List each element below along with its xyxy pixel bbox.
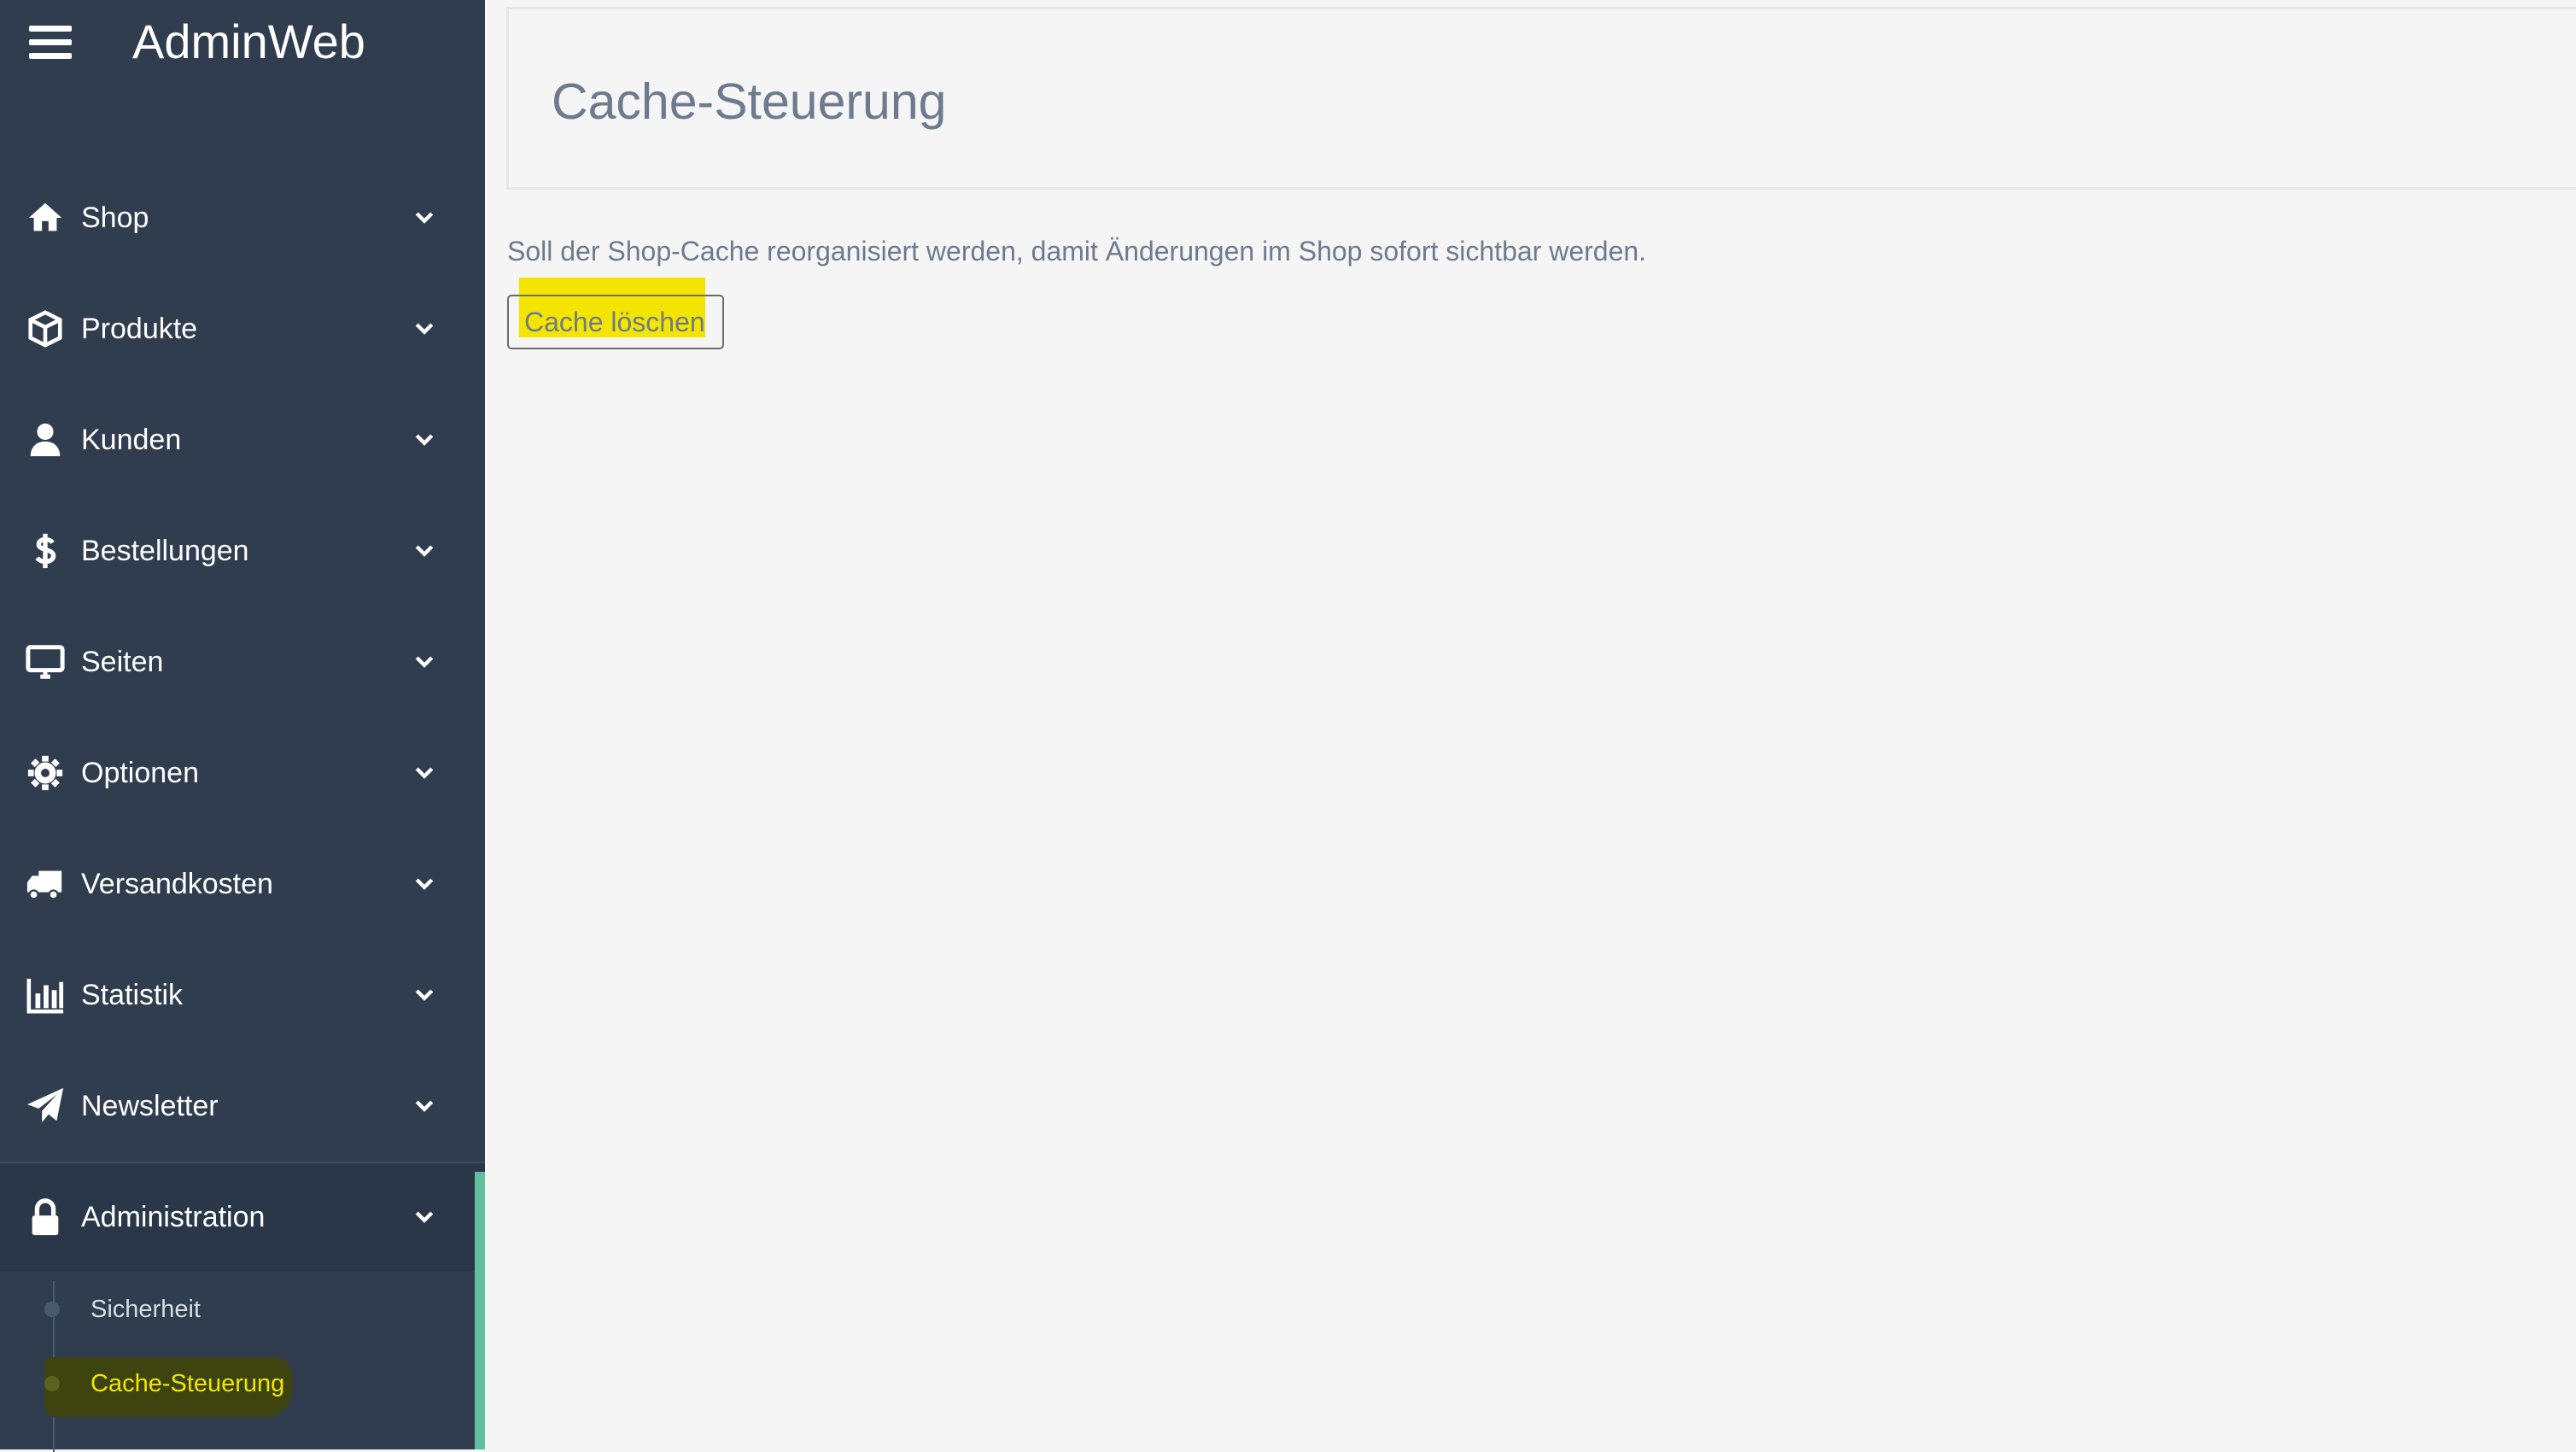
sidebar-item-shop[interactable]: Shop: [0, 162, 485, 273]
sidebar-item-label: Optionen: [81, 756, 199, 789]
chevron-down-icon: [415, 434, 434, 446]
sidebar-item-statistik[interactable]: Statistik: [0, 940, 485, 1051]
sidebar: AdminWeb Shop Produkte Kunden Bestellung…: [0, 0, 485, 1452]
chevron-down-icon: [415, 767, 434, 779]
sidebar-item-optionen[interactable]: Optionen: [0, 717, 485, 828]
sidebar-item-produkte[interactable]: Produkte: [0, 273, 485, 384]
paper-plane-icon: [26, 1086, 65, 1126]
truck-icon: [26, 864, 65, 904]
sidebar-item-label: Produkte: [81, 312, 198, 345]
bar-chart-icon: [26, 975, 65, 1015]
bullet-icon: [44, 1376, 60, 1391]
page-header: Cache-Steuerung: [506, 7, 2576, 190]
clear-cache-button[interactable]: Cache löschen: [507, 295, 724, 349]
sidebar-item-label: Statistik: [81, 978, 184, 1011]
sidebar-item-versandkosten[interactable]: Versandkosten: [0, 828, 485, 940]
main-content: Cache-Steuerung Soll der Shop-Cache reor…: [485, 0, 2576, 1449]
app-brand[interactable]: AdminWeb: [132, 12, 365, 72]
chevron-down-icon: [415, 1211, 434, 1223]
sidebar-item-kunden[interactable]: Kunden: [0, 384, 485, 495]
sidebar-item-label: Bestellungen: [81, 534, 249, 567]
user-icon: [26, 420, 65, 460]
chevron-down-icon: [415, 212, 434, 224]
chevron-down-icon: [415, 323, 434, 335]
sidebar-item-newsletter[interactable]: Newsletter: [0, 1051, 485, 1162]
sidebar-item-bestellungen[interactable]: Bestellungen: [0, 495, 485, 606]
chevron-down-icon: [415, 656, 434, 668]
chevron-down-icon: [415, 989, 434, 1001]
brand-bar: AdminWeb: [0, 0, 485, 94]
sidebar-item-label: Kunden: [81, 423, 182, 456]
box-icon: [26, 309, 65, 348]
sidebar-nav: Shop Produkte Kunden Bestellungen Seiten…: [0, 162, 485, 1273]
sidebar-item-label: Newsletter: [81, 1089, 219, 1122]
button-container: Cache löschen: [507, 278, 724, 349]
hamburger-menu-icon[interactable]: [29, 26, 72, 60]
subnav-item-label: Cache-Steuerung: [91, 1369, 285, 1397]
chevron-down-icon: [415, 878, 434, 890]
cache-description: Soll der Shop-Cache reorganisiert werden…: [507, 236, 1647, 266]
lock-icon: [26, 1197, 65, 1237]
page-title: Cache-Steuerung: [552, 73, 947, 130]
sidebar-item-administration[interactable]: Administration: [0, 1162, 485, 1273]
subnav-item-sicherheit[interactable]: Sicherheit: [0, 1279, 475, 1339]
chevron-down-icon: [415, 545, 434, 557]
monitor-icon: [26, 642, 65, 682]
administration-subnav: Sicherheit Cache-Steuerung: [0, 1271, 475, 1452]
dollar-icon: [26, 531, 65, 571]
subnav-item-label: Sicherheit: [91, 1295, 201, 1323]
subnav-item-cache-steuerung[interactable]: Cache-Steuerung: [0, 1354, 475, 1417]
sidebar-item-label: Versandkosten: [81, 867, 273, 900]
sidebar-item-seiten[interactable]: Seiten: [0, 606, 485, 717]
sidebar-item-label: Seiten: [81, 645, 164, 678]
bullet-icon: [44, 1302, 60, 1317]
sidebar-item-label: Administration: [81, 1200, 266, 1233]
chevron-down-icon: [415, 1100, 434, 1112]
gear-icon: [26, 753, 65, 793]
sidebar-item-label: Shop: [81, 201, 149, 234]
home-icon: [26, 198, 65, 237]
active-section-indicator: [475, 1172, 485, 1449]
